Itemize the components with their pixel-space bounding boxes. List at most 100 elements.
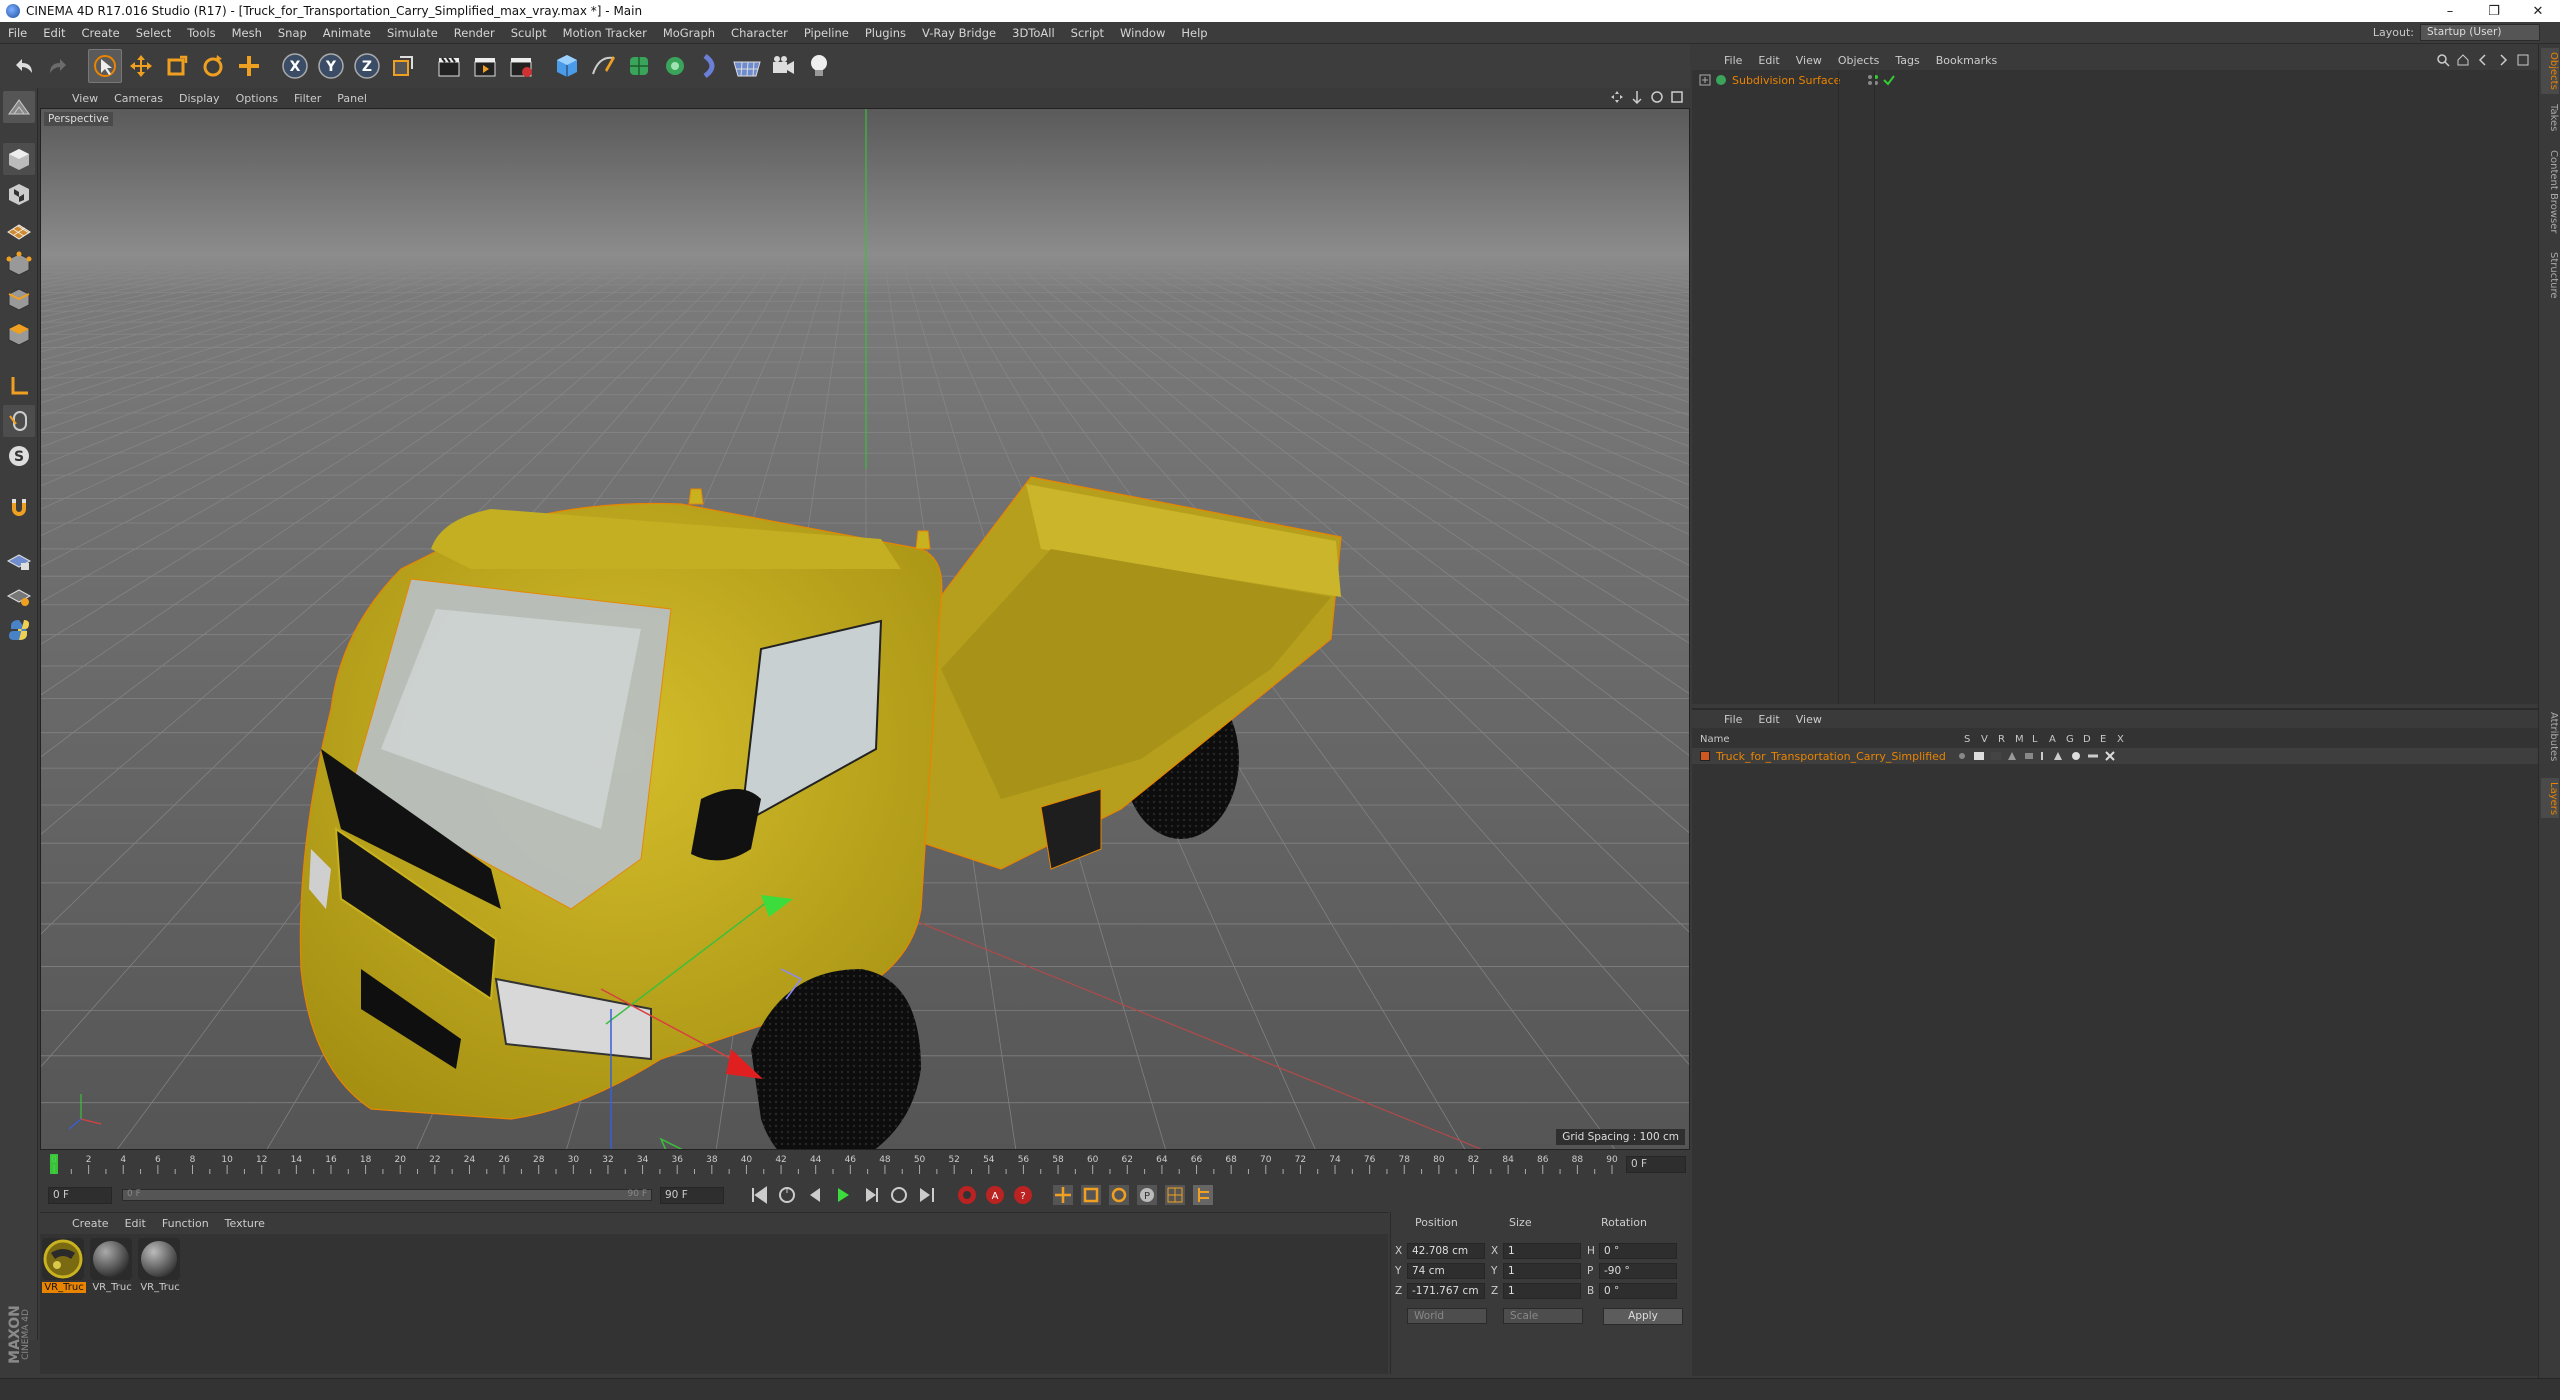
coordinate-system-dropdown[interactable]: World <box>1407 1308 1487 1324</box>
back-icon[interactable] <box>2476 53 2490 67</box>
texture-mode-button[interactable] <box>3 178 35 210</box>
menu-edit[interactable]: Edit <box>35 26 73 40</box>
menu-help[interactable]: Help <box>1173 26 1215 40</box>
material-swatch[interactable]: VR_Truc <box>90 1238 134 1293</box>
material-menu-function[interactable]: Function <box>154 1217 217 1230</box>
tab-attributes[interactable]: Attributes <box>2541 708 2559 772</box>
layers-menu-file[interactable]: File <box>1716 713 1750 726</box>
render-settings-button[interactable] <box>504 49 538 83</box>
key-scale-icon[interactable] <box>1080 1184 1102 1206</box>
orbit-icon[interactable] <box>1650 90 1664 104</box>
key-rotation-icon[interactable] <box>1108 1184 1130 1206</box>
light-button[interactable] <box>802 49 836 83</box>
close-button[interactable]: ✕ <box>2516 0 2560 22</box>
frame-range-slider[interactable]: 0 F 90 F <box>122 1189 652 1201</box>
material-menu-edit[interactable]: Edit <box>117 1217 154 1230</box>
zoom-icon[interactable] <box>1630 90 1644 104</box>
menu-3dtoall[interactable]: 3DToAll <box>1004 26 1063 40</box>
size-y-field[interactable]: 1 <box>1503 1263 1581 1279</box>
layer-color-swatch[interactable] <box>1700 751 1710 761</box>
scale-tool-button[interactable] <box>160 49 194 83</box>
axis-mode-button[interactable] <box>3 370 35 402</box>
menu-motion-tracker[interactable]: Motion Tracker <box>555 26 655 40</box>
record-key-icon[interactable] <box>956 1184 978 1206</box>
new-window-icon[interactable] <box>2516 53 2530 67</box>
snapping-button[interactable]: S <box>3 440 35 472</box>
object-row[interactable]: Subdivision Surface <box>1692 72 1896 88</box>
x-axis-lock-button[interactable]: X <box>278 49 312 83</box>
edges-mode-button[interactable] <box>3 283 35 315</box>
start-frame-field[interactable]: 0 F <box>48 1186 112 1204</box>
rotation-h-field[interactable]: 0 ° <box>1599 1243 1677 1259</box>
menu-select[interactable]: Select <box>128 26 179 40</box>
python-button[interactable] <box>3 614 35 646</box>
sculpt-button[interactable] <box>3 492 35 524</box>
menu-window[interactable]: Window <box>1112 26 1173 40</box>
tab-takes[interactable]: Takes <box>2541 100 2559 140</box>
workplane-mode-button[interactable] <box>3 213 35 245</box>
cube-button[interactable] <box>550 49 584 83</box>
previous-frame-icon[interactable] <box>804 1184 826 1206</box>
live-selection-button[interactable] <box>88 49 122 83</box>
size-z-field[interactable]: 1 <box>1503 1283 1581 1299</box>
perspective-viewport[interactable]: Perspective Grid Spacing : 100 cm <box>40 108 1690 1150</box>
objects-menu-view[interactable]: View <box>1788 54 1830 67</box>
home-icon[interactable] <box>2456 53 2470 67</box>
timeline-window-icon[interactable] <box>1192 1184 1214 1206</box>
menu-pipeline[interactable]: Pipeline <box>796 26 857 40</box>
play-icon[interactable] <box>832 1184 854 1206</box>
go-to-start-icon[interactable] <box>748 1184 770 1206</box>
tab-content-browser[interactable]: Content Browser <box>2541 146 2559 242</box>
pan-icon[interactable] <box>1610 90 1624 104</box>
menu-snap[interactable]: Snap <box>270 26 315 40</box>
menu-animate[interactable]: Animate <box>315 26 379 40</box>
minimize-button[interactable]: – <box>2428 0 2472 22</box>
y-axis-lock-button[interactable]: Y <box>314 49 348 83</box>
render-picture-viewer-button[interactable] <box>468 49 502 83</box>
menu-character[interactable]: Character <box>723 26 796 40</box>
keyframe-selection-icon[interactable]: ? <box>1012 1184 1034 1206</box>
deformer-button[interactable] <box>694 49 728 83</box>
menu-mesh[interactable]: Mesh <box>224 26 270 40</box>
material-menu-texture[interactable]: Texture <box>217 1217 273 1230</box>
menu-script[interactable]: Script <box>1063 26 1112 40</box>
menu-tools[interactable]: Tools <box>179 26 223 40</box>
menu-file[interactable]: File <box>0 26 35 40</box>
material-swatch[interactable]: VR_Truc <box>42 1238 86 1293</box>
floor-button[interactable] <box>730 49 764 83</box>
key-parameter-icon[interactable]: P <box>1136 1184 1158 1206</box>
coordinate-system-button[interactable] <box>386 49 420 83</box>
tweak-mode-button[interactable] <box>3 405 35 437</box>
menu-sculpt[interactable]: Sculpt <box>503 26 555 40</box>
move-tool-button[interactable] <box>124 49 158 83</box>
points-mode-button[interactable] <box>3 248 35 280</box>
objects-menu-file[interactable]: File <box>1716 54 1750 67</box>
polygons-mode-button[interactable] <box>3 318 35 350</box>
restore-button[interactable]: ❐ <box>2472 0 2516 22</box>
end-frame-field[interactable]: 90 F <box>660 1186 724 1204</box>
previous-keyframe-icon[interactable] <box>776 1184 798 1206</box>
camera-button[interactable] <box>766 49 800 83</box>
viewport-menu-view[interactable]: View <box>64 92 106 105</box>
next-frame-icon[interactable] <box>860 1184 882 1206</box>
render-view-button[interactable] <box>432 49 466 83</box>
position-x-field[interactable]: 42.708 cm <box>1407 1243 1485 1259</box>
autokey-icon[interactable]: A <box>984 1184 1006 1206</box>
layer-row[interactable]: Truck_for_Transportation_Carry_Simplifie… <box>1692 748 2538 764</box>
objects-menu-objects[interactable]: Objects <box>1830 54 1888 67</box>
layer-flag-icons[interactable] <box>1954 750 2134 762</box>
undo-button[interactable] <box>6 49 40 83</box>
expand-icon[interactable] <box>1698 73 1712 87</box>
viewport-menu-panel[interactable]: Panel <box>329 92 375 105</box>
next-keyframe-icon[interactable] <box>888 1184 910 1206</box>
spline-pen-button[interactable] <box>586 49 620 83</box>
size-x-field[interactable]: 1 <box>1503 1243 1581 1259</box>
make-editable-button[interactable] <box>3 91 35 123</box>
tab-structure[interactable]: Structure <box>2541 248 2559 304</box>
cloner-button[interactable] <box>658 49 692 83</box>
playhead[interactable] <box>50 1154 58 1174</box>
layers-menu-edit[interactable]: Edit <box>1750 713 1787 726</box>
planar-workplane-button[interactable] <box>3 579 35 611</box>
key-position-icon[interactable] <box>1052 1184 1074 1206</box>
viewport-menu-options[interactable]: Options <box>228 92 286 105</box>
